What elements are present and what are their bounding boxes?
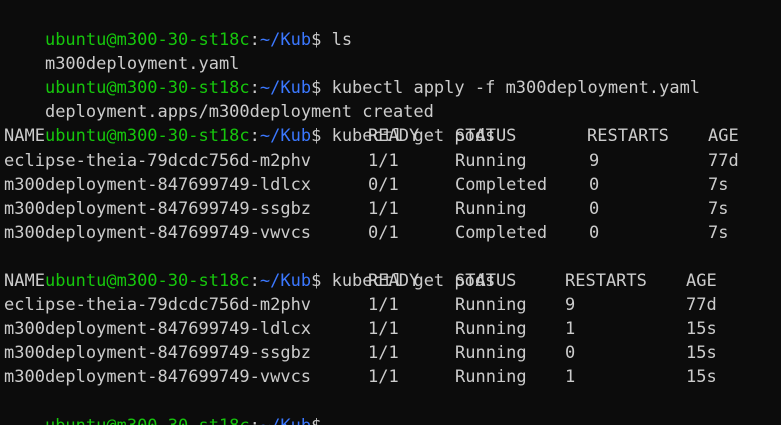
pod-age: 7s bbox=[708, 198, 729, 219]
pod-status: Running bbox=[455, 343, 527, 364]
table-header-row: NAME READY STATUS RESTARTS AGE bbox=[4, 269, 781, 293]
table-row: m300deployment-847699749-vwvcs 0/1 Compl… bbox=[4, 221, 781, 245]
prompt-line-active[interactable]: ubuntu@m300-30-st18c:~/Kub$ bbox=[4, 390, 781, 425]
prompt-line: ubuntu@m300-30-st18c:~/Kub$ ls bbox=[4, 4, 781, 50]
pod-ready: 1/1 bbox=[368, 367, 399, 388]
pod-restarts: 1 bbox=[565, 367, 576, 388]
pod-restarts: 9 bbox=[565, 295, 576, 316]
pod-status: Running bbox=[455, 367, 527, 388]
prompt-line: ubuntu@m300-30-st18c:~/Kub$ kubectl get … bbox=[4, 245, 781, 291]
column-header-status: STATUS bbox=[455, 271, 517, 292]
output-line: deployment.apps/m300deployment created bbox=[4, 76, 781, 122]
pod-status: Running bbox=[455, 150, 527, 171]
pod-ready: 1/1 bbox=[368, 343, 399, 364]
table-header-row: NAME READY STATUS RESTARTS AGE bbox=[4, 124, 781, 148]
column-header-name: NAME bbox=[4, 126, 45, 147]
prompt-colon: : bbox=[250, 416, 260, 425]
pod-name: m300deployment-847699749-ldlcx bbox=[4, 319, 312, 340]
column-header-age: AGE bbox=[686, 271, 717, 292]
pod-name: eclipse-theia-79dcdc756d-m2phv bbox=[4, 295, 312, 316]
table-row: m300deployment-847699749-ssgbz 1/1 Runni… bbox=[4, 197, 781, 221]
prompt-user-host: ubuntu@m300-30-st18c bbox=[45, 416, 250, 425]
pod-age: 15s bbox=[686, 367, 717, 388]
table-row: eclipse-theia-79dcdc756d-m2phv 1/1 Runni… bbox=[4, 293, 781, 317]
pod-restarts: 0 bbox=[589, 222, 600, 243]
column-header-ready: READY bbox=[368, 126, 420, 147]
pod-ready: 0/1 bbox=[368, 222, 399, 243]
pod-status: Running bbox=[455, 319, 527, 340]
pod-name: m300deployment-847699749-vwvcs bbox=[4, 222, 312, 243]
pod-status: Completed bbox=[455, 174, 548, 195]
pod-status: Completed bbox=[455, 222, 548, 243]
pod-age: 15s bbox=[686, 319, 717, 340]
pod-age: 77d bbox=[686, 295, 717, 316]
pod-age: 77d bbox=[708, 150, 739, 171]
prompt-dollar: $ bbox=[311, 416, 321, 425]
pod-name: m300deployment-847699749-ssgbz bbox=[4, 343, 312, 364]
pod-name: m300deployment-847699749-ssgbz bbox=[4, 198, 312, 219]
column-header-restarts: RESTARTS bbox=[565, 271, 647, 292]
table-row: eclipse-theia-79dcdc756d-m2phv 1/1 Runni… bbox=[4, 149, 781, 173]
prompt-line: ubuntu@m300-30-st18c:~/Kub$ kubectl appl… bbox=[4, 52, 781, 98]
column-header-restarts: RESTARTS bbox=[587, 126, 669, 147]
pod-ready: 1/1 bbox=[368, 295, 399, 316]
pod-status: Running bbox=[455, 198, 527, 219]
pod-restarts: 1 bbox=[565, 319, 576, 340]
pod-name: m300deployment-847699749-ldlcx bbox=[4, 174, 312, 195]
table-row: m300deployment-847699749-ldlcx 1/1 Runni… bbox=[4, 317, 781, 341]
output-line: m300deployment.yaml bbox=[4, 28, 781, 74]
pod-restarts: 0 bbox=[565, 343, 576, 364]
table-row: m300deployment-847699749-ldlcx 0/1 Compl… bbox=[4, 173, 781, 197]
pod-name: m300deployment-847699749-vwvcs bbox=[4, 367, 312, 388]
pod-restarts: 0 bbox=[589, 174, 600, 195]
terminal-window[interactable]: ubuntu@m300-30-st18c:~/Kub$ ls m300deplo… bbox=[0, 0, 781, 425]
pod-age: 7s bbox=[708, 174, 729, 195]
table-row: m300deployment-847699749-vwvcs 1/1 Runni… bbox=[4, 365, 781, 389]
pod-name: eclipse-theia-79dcdc756d-m2phv bbox=[4, 150, 312, 171]
column-header-name: NAME bbox=[4, 271, 45, 292]
pod-ready: 0/1 bbox=[368, 174, 399, 195]
prompt-line: ubuntu@m300-30-st18c:~/Kub$ kubectl get … bbox=[4, 100, 781, 146]
pod-ready: 1/1 bbox=[368, 150, 399, 171]
prompt-path: ~/Kub bbox=[260, 416, 311, 425]
column-header-ready: READY bbox=[368, 271, 420, 292]
table-row: m300deployment-847699749-ssgbz 1/1 Runni… bbox=[4, 341, 781, 365]
pod-restarts: 9 bbox=[589, 150, 600, 171]
pod-restarts: 0 bbox=[589, 198, 600, 219]
pod-age: 7s bbox=[708, 222, 729, 243]
column-header-status: STATUS bbox=[455, 126, 517, 147]
pod-age: 15s bbox=[686, 343, 717, 364]
pod-ready: 1/1 bbox=[368, 319, 399, 340]
column-header-age: AGE bbox=[708, 126, 739, 147]
pod-status: Running bbox=[455, 295, 527, 316]
pod-ready: 1/1 bbox=[368, 198, 399, 219]
